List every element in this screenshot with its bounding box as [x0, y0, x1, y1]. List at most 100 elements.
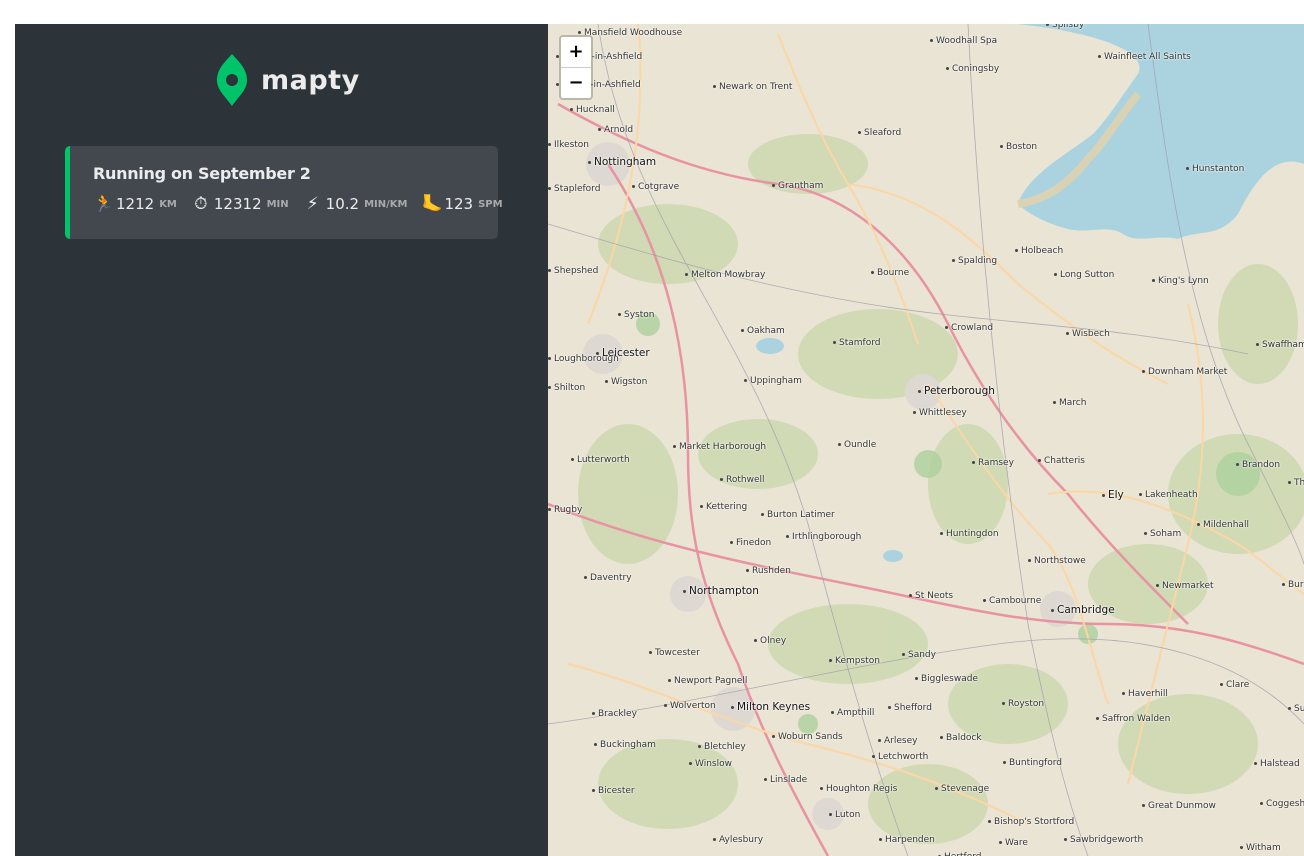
map-place-label: Wisbech [1066, 329, 1110, 339]
map-place-label: Saffron Walden [1096, 714, 1170, 724]
map-place-label: Bourne [871, 268, 909, 278]
map-place-label: Wigston [605, 377, 647, 387]
logo-text: mapty [261, 64, 360, 96]
workout-details: 🏃 1212 km ⏱ 12312 min ⚡ 10.2 min/km [93, 193, 503, 214]
map-place-label: Ilkeston [548, 140, 589, 150]
map-place-label: Sleaford [858, 128, 901, 138]
map-place-label: Great Dunmow [1142, 801, 1216, 811]
map-place-label: Ely [1102, 489, 1124, 501]
workout-title: Running on September 2 [93, 164, 311, 183]
map-place-label: Crowland [945, 323, 993, 333]
app-container: mapty Running on September 2 🏃 1212 km ⏱… [15, 24, 1304, 856]
map-place-label: Halstead [1254, 759, 1300, 769]
map-place-label: Letchworth [872, 752, 928, 762]
workout-duration: ⏱ 12312 min [191, 195, 289, 213]
map-place-label: Irthlingborough [786, 532, 861, 542]
map-place-label: Rothwell [720, 475, 765, 485]
workout-cadence: 🦶 123 spm [421, 195, 502, 213]
map-place-label: March [1053, 398, 1086, 408]
map-place-label: Winslow [689, 759, 732, 769]
map-place-label: Long Sutton [1054, 270, 1114, 280]
map-place-label: Cambridge [1051, 604, 1115, 616]
workout-list: Running on September 2 🏃 1212 km ⏱ 12312… [65, 146, 503, 239]
map-place-label: Olney [754, 636, 786, 646]
map-place-label: Linslade [764, 775, 807, 785]
map-place-label: Shefford [888, 703, 932, 713]
map-place-label: King's Lynn [1152, 276, 1209, 286]
workout-item[interactable]: Running on September 2 🏃 1212 km ⏱ 12312… [65, 146, 503, 239]
map-place-label: Luton [829, 810, 860, 820]
map-place-label: Downham Market [1142, 367, 1227, 377]
zoom-out-button[interactable]: − [561, 68, 591, 98]
map-place-label: Soham [1144, 529, 1181, 539]
map-place-label: Mansfield Woodhouse [578, 28, 682, 38]
map-place-label: Daventry [584, 573, 632, 583]
map-place-label: Buckingham [594, 740, 656, 750]
map-place-label: Sawbridgeworth [1064, 835, 1143, 845]
map-place-label: Mildenhall [1197, 520, 1249, 530]
distance-unit: km [159, 198, 177, 210]
duration-unit: min [266, 198, 289, 210]
pace-value: 10.2 [325, 195, 360, 213]
map-place-label: Cotgrave [632, 182, 679, 192]
map-place-label: Bicester [592, 786, 635, 796]
map-place-label: Stapleford [548, 184, 600, 194]
map-place-label: Spalding [952, 256, 997, 266]
map-place-label: Market Harborough [673, 442, 766, 452]
map-place-label: Newport Pagnell [668, 676, 747, 686]
map-place-label: Ramsey [972, 458, 1014, 468]
map-place-label: Cambourne [983, 596, 1041, 606]
map-place-label: Hertford [938, 852, 981, 856]
map-place-label: Ware [999, 838, 1028, 848]
map-place-label: Baldock [940, 733, 982, 743]
map-pin-logo-icon [217, 54, 247, 106]
map-place-label: Brackley [592, 709, 637, 719]
map-place-label: Buntingford [1003, 758, 1062, 768]
map-place-label: Stevenage [935, 784, 989, 794]
map-place-label: Boston [1000, 142, 1037, 152]
distance-value: 1212 [116, 195, 155, 213]
map-place-label: Uppingham [744, 376, 802, 386]
map-place-label: Royston [1002, 699, 1044, 709]
zoom-in-button[interactable]: + [561, 37, 591, 68]
map-place-label: Harpenden [879, 835, 935, 845]
sidebar: mapty Running on September 2 🏃 1212 km ⏱… [15, 24, 548, 856]
map-place-label: Lutterworth [571, 455, 630, 465]
cadence-value: 123 [444, 195, 474, 213]
map-place-label: Finedon [730, 538, 771, 548]
workout-distance: 🏃 1212 km [93, 195, 177, 213]
lightning-icon: ⚡ [306, 193, 319, 214]
map-place-label: Woodhall Spa [930, 36, 997, 46]
map-place-label: Hucknall [570, 105, 615, 115]
map[interactable]: Mansfield Woodhouse Woodhall Spa Coningsby… [548, 24, 1304, 856]
map-place-label: Huntingdon [940, 529, 999, 539]
map-place-label: Wolverton [664, 701, 716, 711]
map-place-label: Hunstanton [1186, 164, 1244, 174]
map-place-label: Melton Mowbray [685, 270, 765, 280]
map-place-label: Ampthill [831, 708, 874, 718]
foot-icon: 🦶 [421, 193, 443, 214]
map-place-label: Wainfleet All Saints [1098, 52, 1191, 62]
map-tiles[interactable] [548, 24, 1304, 856]
map-place-label: Houghton Regis [820, 784, 897, 794]
map-place-label: Newmarket [1156, 581, 1214, 591]
map-place-label: Rugby [548, 505, 582, 515]
runner-icon: 🏃 [93, 193, 115, 214]
map-place-label: Newark on Trent [713, 82, 792, 92]
map-place-label: Grantham [772, 181, 823, 191]
map-place-label: Leicester [596, 347, 650, 359]
pace-unit: min/km [364, 198, 408, 210]
duration-value: 12312 [213, 195, 262, 213]
map-place-label: St Neots [909, 591, 953, 601]
map-place-label: Sudbury [1288, 704, 1304, 714]
map-place-label: Haverhill [1122, 689, 1168, 699]
map-place-label: Brandon [1236, 460, 1280, 470]
map-place-label: Arnold [598, 125, 633, 135]
map-place-label: Nottingham [588, 156, 656, 168]
map-place-label: Lakenheath [1139, 490, 1198, 500]
map-place-label: Towcester [649, 648, 700, 658]
map-place-label: Chatteris [1038, 456, 1085, 466]
map-place-label: Milton Keynes [731, 701, 810, 713]
map-place-label: Syston [618, 310, 654, 320]
map-place-label: Shilton [548, 383, 585, 393]
